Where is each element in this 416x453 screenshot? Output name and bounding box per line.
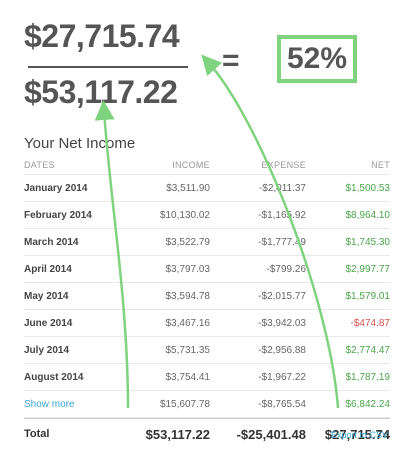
- table-row: January 2014 $3,511.90 -$2,011.37 $1,500.53: [24, 175, 390, 202]
- net-income-ratio-formula: $27,715.74 $53,117.22 = 52%: [0, 0, 416, 120]
- row-income: $3,511.90: [166, 182, 210, 194]
- column-header-net: NET: [371, 160, 390, 170]
- export-csv-link[interactable]: Export to CSV: [331, 430, 388, 440]
- fraction-line: [28, 66, 188, 68]
- table-row: May 2014 $3,594.78 -$2,015.77 $1,579.01: [24, 283, 390, 310]
- row-expense: -$1,165.92: [258, 209, 306, 221]
- numerator-value: $27,715.74: [24, 18, 180, 54]
- row-date: June 2014: [24, 317, 73, 329]
- percent-result-box: 52%: [277, 35, 357, 83]
- show-more-income: $15,607.78: [159, 398, 210, 410]
- column-header-income: INCOME: [172, 160, 210, 170]
- table-title: Your Net Income: [24, 135, 136, 152]
- row-income: $3,797.03: [165, 263, 211, 275]
- row-expense: -$799.26: [266, 263, 306, 275]
- table-row: April 2014 $3,797.03 -$799.26 $2,997.77: [24, 256, 390, 283]
- table-row: June 2014 $3,467.16 -$3,942.03 -$474.87: [24, 310, 390, 337]
- show-more-net: $6,842.24: [345, 398, 391, 410]
- net-income-table: Your Net Income DATES INCOME EXPENSE NET…: [24, 135, 390, 449]
- table-body: January 2014 $3,511.90 -$2,011.37 $1,500.53…: [24, 175, 390, 391]
- row-income: $3,467.16: [165, 317, 211, 329]
- row-date: May 2014: [24, 290, 69, 302]
- row-date: April 2014: [24, 263, 72, 275]
- row-date: July 2014: [24, 344, 70, 356]
- table-row: August 2014 $3,754.41 -$1,967.22 $1,787.19: [24, 364, 390, 391]
- row-net: $1,787.19: [345, 371, 391, 383]
- row-net: $1,500.53: [345, 182, 391, 194]
- row-net: $2,774.47: [345, 344, 391, 356]
- equals-sign: =: [222, 44, 240, 77]
- row-date: March 2014: [24, 236, 79, 248]
- total-label: Total: [24, 428, 50, 440]
- row-net: $1,579.01: [345, 290, 391, 302]
- row-expense: -$2,011.37: [258, 182, 306, 194]
- column-header-expense: EXPENSE: [261, 160, 306, 170]
- table-row: March 2014 $3,522.79 -$1,777.49 $1,745.30: [24, 229, 390, 256]
- row-expense: -$1,777.49: [258, 236, 306, 248]
- total-expense: -$25,401.48: [236, 426, 306, 442]
- table-row: July 2014 $5,731.35 -$2,956.88 $2,774.47: [24, 337, 390, 364]
- row-income: $10,130.02: [159, 209, 210, 221]
- row-expense: -$2,956.88: [258, 344, 306, 356]
- row-net: $8,964.10: [345, 209, 391, 221]
- row-income: $5,731.35: [165, 344, 211, 356]
- show-more-row: Show more $15,607.78 -$8,765.54 $6,842.2…: [24, 391, 390, 418]
- table-row: February 2014 $10,130.02 -$1,165.92 $8,964.…: [24, 202, 390, 229]
- row-date: August 2014: [24, 371, 84, 383]
- table-header-row: DATES INCOME EXPENSE NET: [24, 156, 390, 175]
- row-income: $3,594.78: [165, 290, 211, 302]
- column-header-dates: DATES: [24, 160, 55, 170]
- show-more-link[interactable]: Show more: [24, 399, 110, 410]
- row-date: January 2014: [24, 182, 88, 194]
- row-net: -$474.87: [350, 317, 390, 329]
- row-date: February 2014: [24, 209, 92, 221]
- row-income: $3,754.41: [165, 371, 211, 383]
- row-net: $2,997.77: [345, 263, 391, 275]
- denominator-value: $53,117.22: [24, 74, 178, 110]
- row-net: $1,745.30: [345, 236, 391, 248]
- row-expense: -$3,942.03: [258, 317, 306, 329]
- row-expense: -$2,015.77: [258, 290, 306, 302]
- total-income: $53,117.22: [145, 426, 210, 442]
- show-more-expense: -$8,765.54: [258, 398, 306, 410]
- row-expense: -$1,967.22: [258, 371, 306, 383]
- row-income: $3,522.79: [165, 236, 211, 248]
- percent-result: 52%: [286, 42, 348, 75]
